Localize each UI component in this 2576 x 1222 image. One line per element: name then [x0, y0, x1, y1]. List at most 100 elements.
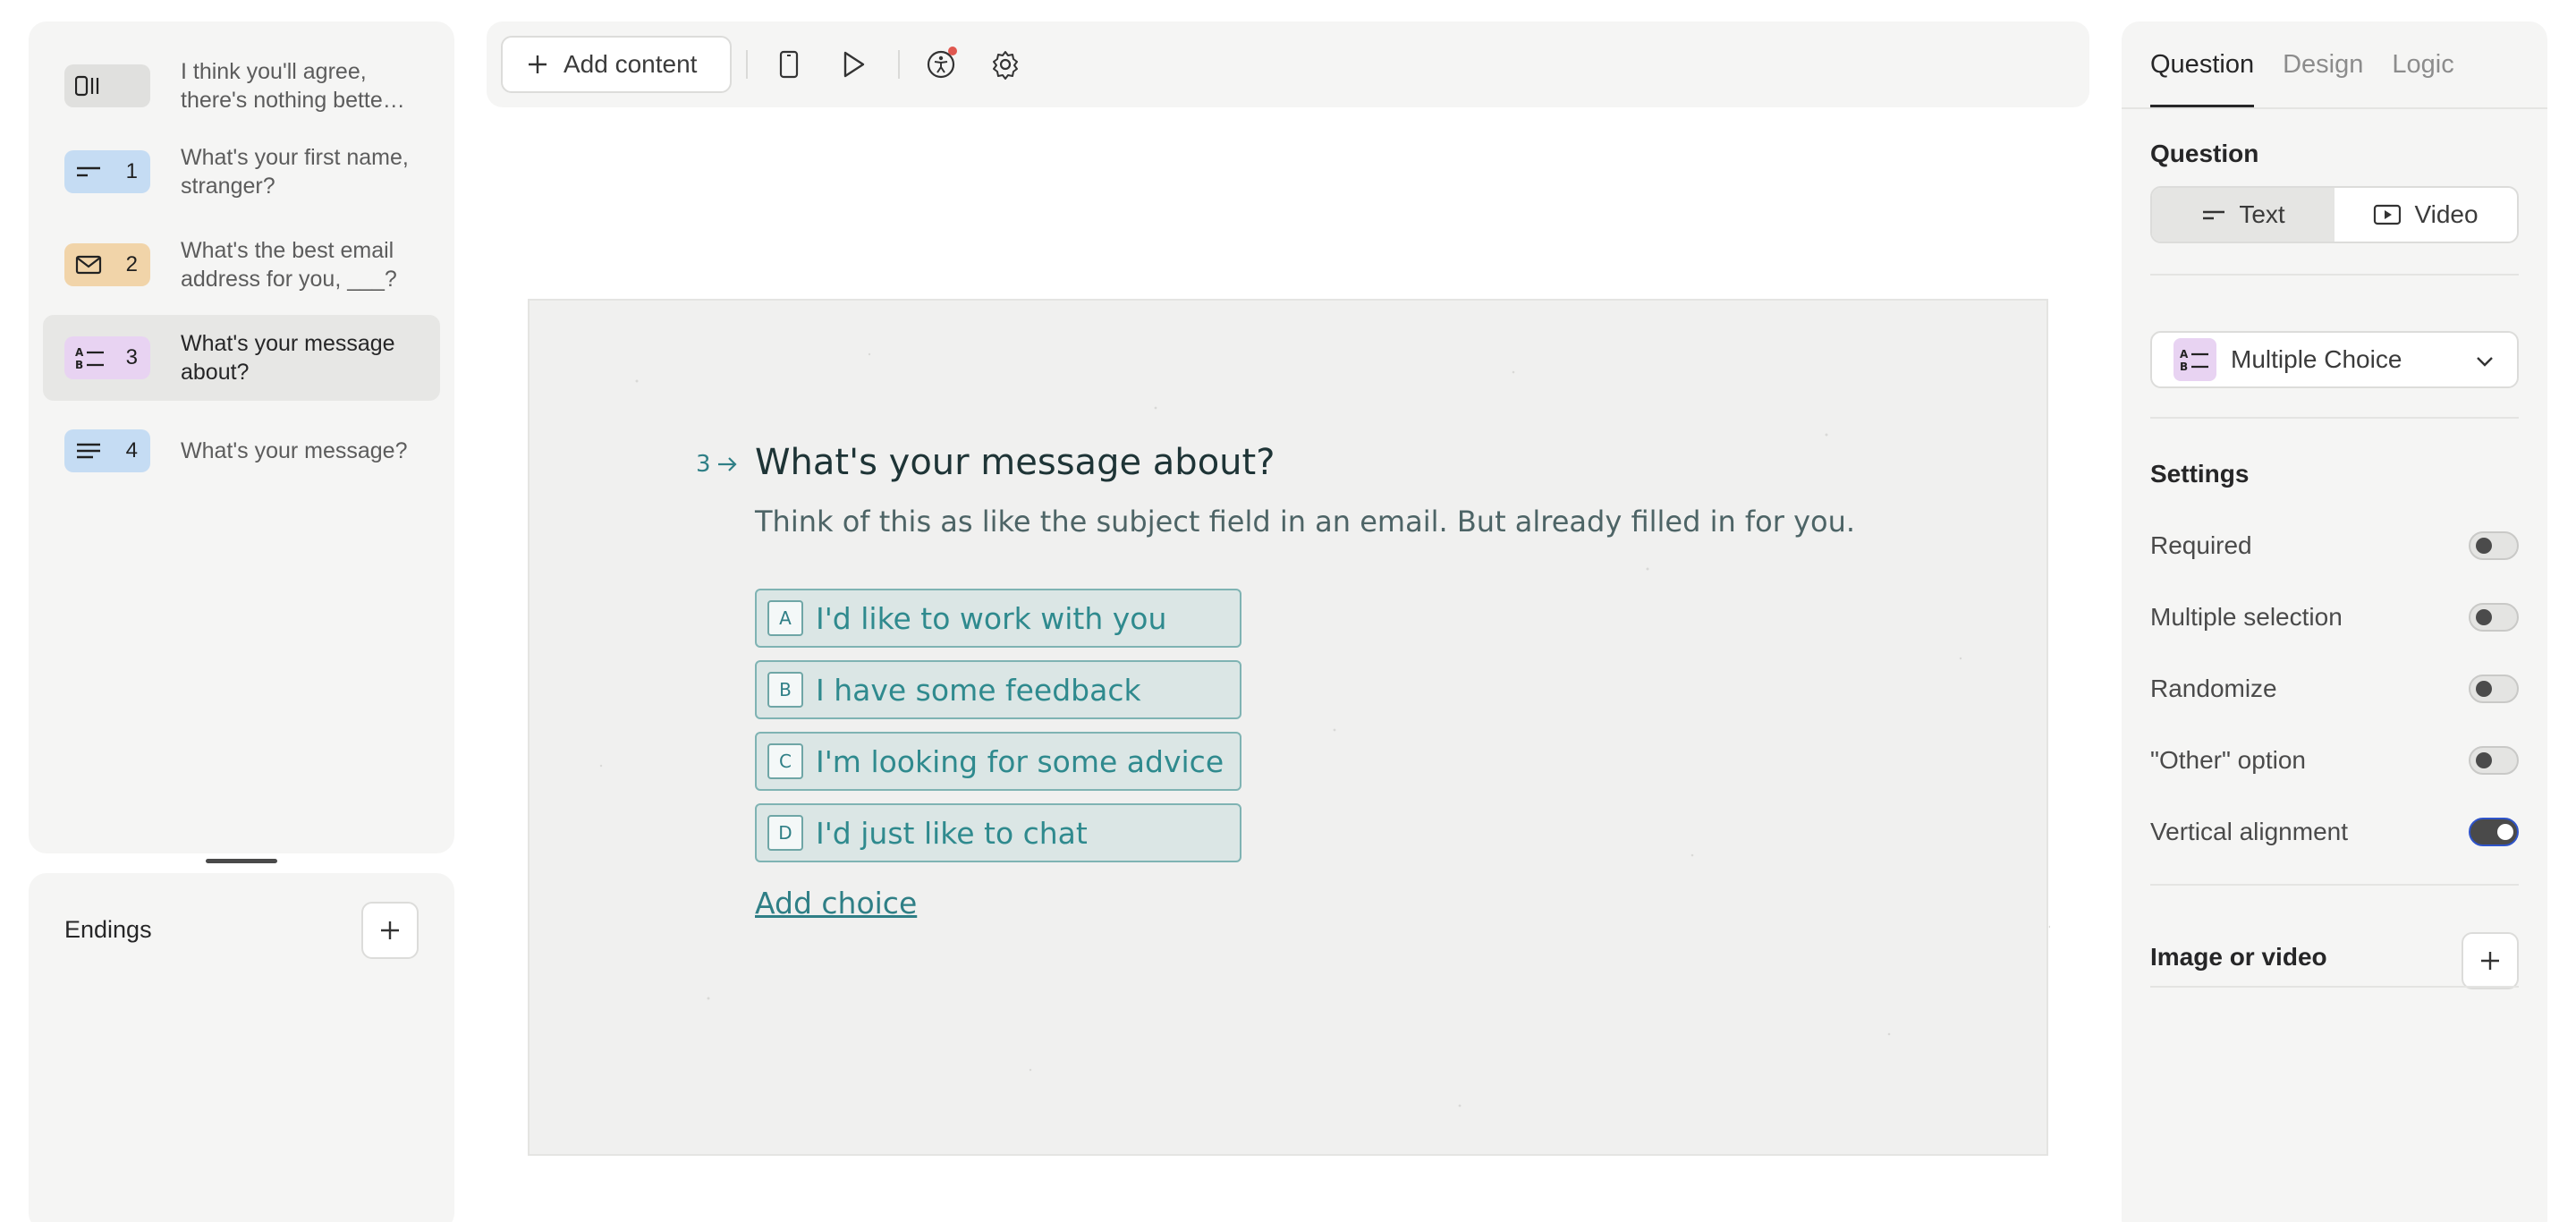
statement-icon	[75, 75, 102, 97]
setting-label: Multiple selection	[2150, 603, 2343, 631]
choice-c[interactable]: C I'm looking for some advice	[755, 732, 1241, 791]
image-video-label: Image or video	[2150, 943, 2327, 971]
add-content-button[interactable]: Add content	[501, 36, 732, 93]
mobile-preview-icon[interactable]	[767, 43, 810, 86]
multiple-selection-toggle[interactable]	[2469, 603, 2519, 632]
question-item-label: What's the best email address for you, _…	[181, 238, 397, 292]
question-number: 2	[125, 252, 138, 276]
long-text-icon	[75, 441, 102, 461]
question-type-label: Multiple Choice	[2231, 345, 2402, 373]
setting-label: "Other" option	[2150, 746, 2306, 774]
randomize-toggle[interactable]	[2469, 675, 2519, 703]
question-mode-toggle: Text Video	[2150, 186, 2519, 243]
question-item-label: What's your first name, stranger?	[181, 145, 409, 199]
choice-key: B	[767, 672, 803, 708]
add-image-video-button[interactable]	[2462, 932, 2519, 989]
tabs-divider	[2122, 107, 2547, 109]
text-mode-label: Text	[2239, 200, 2285, 228]
vertical-alignment-toggle[interactable]	[2469, 818, 2519, 846]
choice-label: I'd just like to chat	[816, 815, 1088, 851]
svg-text:B: B	[2180, 361, 2188, 372]
setting-other-option: "Other" option	[2150, 743, 2519, 778]
toolbar-divider	[898, 50, 900, 79]
choice-key: D	[767, 815, 803, 851]
toggle-knob	[2476, 538, 2492, 554]
question-section-label: Question	[2150, 140, 2259, 167]
question-settings-panel: Question Design Logic Question Text Vide…	[2122, 21, 2547, 1222]
question-number: 3	[125, 345, 138, 369]
choice-b[interactable]: B I have some feedback	[755, 660, 1241, 719]
chevron-down-icon	[2474, 351, 2496, 372]
tab-design[interactable]: Design	[2283, 21, 2363, 107]
tab-logic[interactable]: Logic	[2392, 21, 2453, 107]
question-title[interactable]: What's your message about?	[755, 442, 1275, 483]
choice-key: A	[767, 600, 803, 636]
notification-dot	[948, 47, 957, 55]
tab-question[interactable]: Question	[2150, 21, 2255, 107]
choice-label: I'm looking for some advice	[816, 743, 1224, 779]
divider	[2150, 417, 2519, 419]
svg-text:A: A	[2180, 348, 2189, 361]
toolbar-divider	[746, 50, 748, 79]
multiple-choice-icon: AB	[75, 345, 106, 370]
multiple-choice-icon: AB	[2174, 338, 2216, 381]
divider	[2150, 986, 2519, 988]
plus-icon	[378, 919, 402, 942]
question-number: 3	[696, 451, 711, 478]
editor-toolbar: Add content	[487, 21, 2089, 107]
svg-text:A: A	[75, 346, 84, 359]
accessibility-icon[interactable]	[919, 43, 962, 86]
setting-label: Required	[2150, 531, 2252, 559]
other-option-toggle[interactable]	[2469, 746, 2519, 775]
short-text-icon	[75, 163, 102, 181]
svg-text:B: B	[75, 359, 83, 370]
form-preview-canvas: 3 What's your message about? Think of th…	[528, 299, 2050, 1156]
video-icon	[2373, 204, 2402, 225]
endings-title: Endings	[64, 916, 152, 943]
setting-multiple-selection: Multiple selection	[2150, 599, 2519, 635]
divider	[2150, 274, 2519, 276]
choice-d[interactable]: D I'd just like to chat	[755, 803, 1241, 862]
choice-label: I have some feedback	[816, 672, 1141, 708]
setting-vertical-alignment: Vertical alignment	[2150, 814, 2519, 850]
question-number-indicator: 3	[696, 451, 738, 478]
question-item-statement[interactable]: I think you'll agree, there's nothing be…	[43, 43, 440, 129]
video-mode-label: Video	[2414, 200, 2479, 228]
question-item-label: I think you'll agree, there's nothing be…	[181, 59, 405, 113]
question-item-4[interactable]: 4 What's your message?	[43, 408, 440, 494]
choice-label: I'd like to work with you	[816, 600, 1167, 636]
question-badge	[64, 64, 150, 107]
settings-tabs: Question Design Logic	[2150, 21, 2454, 107]
add-ending-button[interactable]	[361, 902, 419, 959]
setting-label: Randomize	[2150, 675, 2277, 702]
question-number: 4	[125, 438, 138, 462]
play-icon[interactable]	[832, 43, 875, 86]
video-mode-button[interactable]: Video	[2334, 188, 2517, 242]
setting-required: Required	[2150, 528, 2519, 564]
add-choice-link[interactable]: Add choice	[755, 886, 917, 921]
required-toggle[interactable]	[2469, 531, 2519, 560]
plus-icon	[526, 53, 549, 76]
question-item-2[interactable]: 2 What's the best email address for you,…	[43, 222, 440, 308]
toggle-knob	[2476, 752, 2492, 768]
email-icon	[75, 255, 102, 275]
question-item-3[interactable]: AB 3 What's your message about?	[43, 315, 440, 401]
endings-panel: Endings	[29, 873, 454, 1222]
question-badge: AB 3	[64, 336, 150, 379]
settings-gear-icon[interactable]	[984, 43, 1027, 86]
arrow-right-icon	[716, 455, 738, 473]
question-item-1[interactable]: 1 What's your first name, stranger?	[43, 129, 440, 215]
canvas-texture	[599, 352, 2050, 1107]
text-mode-button[interactable]: Text	[2152, 188, 2334, 242]
toggle-knob	[2497, 824, 2513, 840]
question-badge: 1	[64, 150, 150, 193]
question-item-label: What's your message?	[181, 438, 408, 463]
question-type-select[interactable]: AB Multiple Choice	[2150, 331, 2519, 388]
question-badge: 4	[64, 429, 150, 472]
add-content-label: Add content	[564, 50, 698, 78]
question-badge: 2	[64, 243, 150, 286]
question-description[interactable]: Think of this as like the subject field …	[755, 505, 1855, 539]
question-item-label: What's your message about?	[181, 331, 395, 385]
choice-a[interactable]: A I'd like to work with you	[755, 589, 1241, 648]
panel-resize-handle[interactable]	[206, 859, 277, 863]
